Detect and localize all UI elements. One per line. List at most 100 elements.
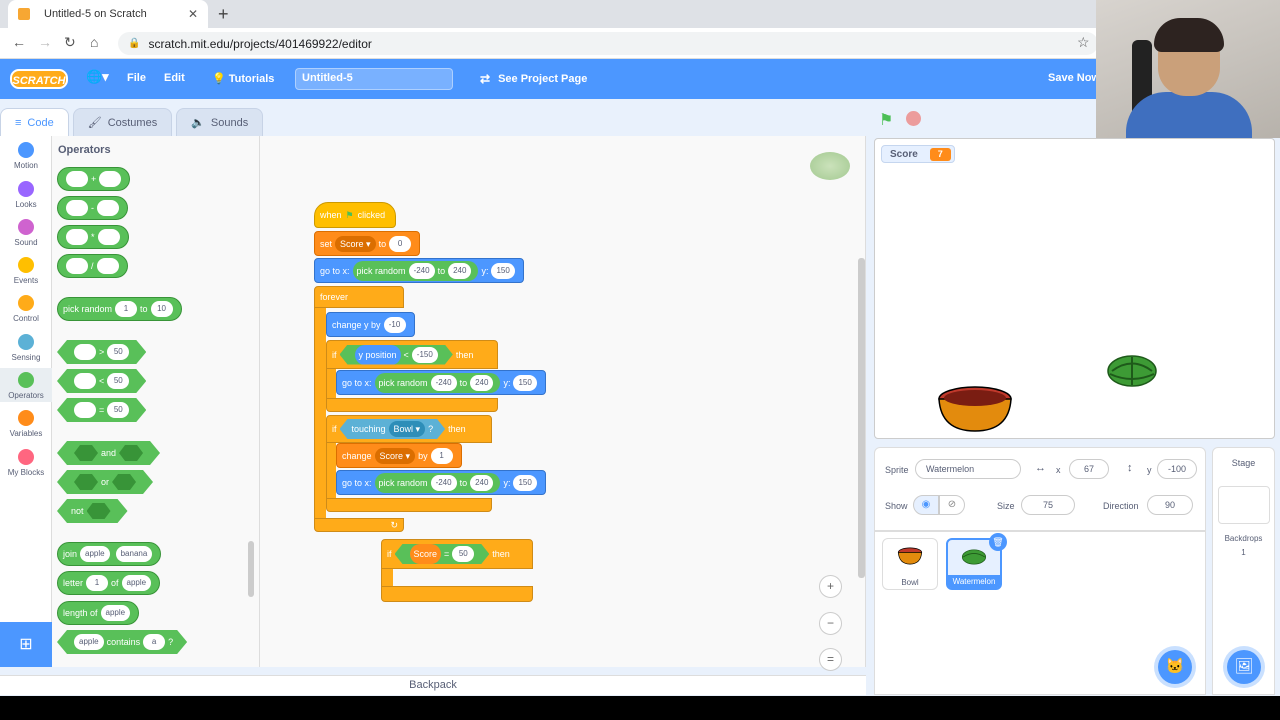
slot[interactable]: 50 [107, 344, 129, 360]
slot[interactable] [97, 229, 120, 245]
value-slot[interactable]: 150 [513, 474, 537, 491]
equals-operator[interactable]: Score = 50 [395, 544, 490, 564]
back-icon[interactable]: ← [12, 34, 26, 50]
value-slot[interactable]: -240 [408, 262, 435, 279]
slot[interactable]: apple [100, 605, 131, 621]
direction-input[interactable]: 90 [1147, 495, 1193, 515]
variable-dropdown[interactable]: Score ▾ [374, 447, 416, 464]
greater-than-block[interactable]: >50 [57, 340, 146, 364]
slot[interactable] [99, 171, 122, 187]
and-block[interactable]: and [57, 441, 160, 465]
if-then-block[interactable]: if y position < -150 then [326, 340, 498, 369]
bool-slot[interactable] [74, 445, 98, 461]
forever-block[interactable]: forever [314, 286, 404, 308]
divide-block[interactable]: / [57, 254, 128, 278]
score-reporter[interactable]: Score [410, 544, 442, 564]
length-of-block[interactable]: length of apple [57, 601, 140, 625]
slot[interactable] [66, 229, 88, 245]
slot[interactable] [74, 344, 96, 360]
not-block[interactable]: not [57, 499, 128, 523]
palette-scrollbar[interactable] [248, 541, 254, 597]
value-slot[interactable]: 150 [513, 374, 537, 391]
value-slot[interactable]: 240 [448, 262, 472, 279]
scratch-logo[interactable]: SCRATCH [10, 69, 68, 89]
category-operators[interactable]: Operators [0, 368, 52, 402]
slot[interactable] [66, 258, 88, 274]
value-slot[interactable]: 240 [470, 474, 494, 491]
y-position-reporter[interactable]: y position [355, 345, 401, 365]
loose-if-then-block[interactable]: if Score = 50 then [381, 539, 533, 569]
pick-random-reporter[interactable]: pick random -240 to 240 [352, 260, 479, 281]
equals-block[interactable]: = 50 [57, 398, 146, 422]
slot[interactable]: apple [74, 634, 104, 650]
zoom-in-icon[interactable]: + [819, 575, 842, 598]
tutorials-button[interactable]: 💡 Tutorials [212, 72, 274, 85]
zoom-reset-icon[interactable]: = [819, 648, 842, 671]
slot[interactable]: 10 [150, 301, 173, 317]
choose-sprite-button[interactable]: 🐱 [1158, 650, 1192, 684]
join-block[interactable]: join apple banana [57, 542, 162, 566]
change-variable-block[interactable]: change Score ▾ by 1 [336, 443, 462, 468]
value-slot[interactable]: -10 [383, 316, 406, 333]
category-events[interactable]: Events [0, 257, 52, 285]
backpack-bar[interactable]: Backpack [0, 675, 866, 695]
less-than-block[interactable]: <50 [57, 369, 146, 393]
tab-costumes[interactable]: 🖌 Costumes [72, 108, 173, 136]
slot[interactable]: 1 [86, 575, 109, 591]
tab-sounds[interactable]: 🔈 Sounds [176, 108, 264, 136]
stage-canvas[interactable]: Score 7 [874, 138, 1275, 439]
slot[interactable]: 50 [107, 373, 129, 389]
go-to-xy-block[interactable]: go to x: pick random -240 to 240 y: 150 [314, 258, 524, 283]
delete-sprite-icon[interactable]: 🗑 [989, 533, 1007, 551]
y-input[interactable]: -100 [1157, 459, 1197, 479]
touching-sensor[interactable]: touching Bowl ▾ ? [340, 419, 446, 439]
slot[interactable]: 1 [115, 301, 138, 317]
pick-random-reporter[interactable]: pick random -240 to 240 [374, 372, 501, 393]
slot[interactable] [74, 373, 96, 389]
menu-file[interactable]: File [127, 72, 146, 84]
go-to-xy-block[interactable]: go to x: pick random -240 to 240 y: 150 [336, 470, 546, 495]
variable-dropdown[interactable]: Score ▾ [335, 235, 376, 252]
slot[interactable]: 50 [107, 402, 129, 418]
save-now-button[interactable]: Save Now [1048, 72, 1100, 84]
home-icon[interactable]: ⌂ [90, 34, 98, 50]
pick-random-reporter[interactable]: pick random -240 to 240 [374, 472, 501, 493]
green-flag-icon[interactable]: ⚑ [879, 110, 893, 130]
browser-tab[interactable]: Untitled-5 on Scratch ✕ [8, 0, 208, 28]
value-slot[interactable]: 1 [430, 447, 453, 464]
slot[interactable] [97, 200, 119, 216]
slot[interactable] [74, 402, 96, 418]
category-variables[interactable]: Variables [0, 410, 52, 438]
if-then-block[interactable]: if touching Bowl ▾ ? then [326, 415, 492, 443]
value-slot[interactable]: -240 [430, 374, 457, 391]
category-sound[interactable]: Sound [0, 219, 52, 247]
see-project-page-button[interactable]: ⇄ See Project Page [470, 66, 597, 92]
value-slot[interactable]: -150 [412, 347, 438, 363]
bookmark-star-icon[interactable]: ☆ [1077, 34, 1090, 51]
sprite-name-input[interactable]: Watermelon [915, 459, 1021, 479]
sprite-tile-bowl[interactable]: Bowl [882, 538, 938, 590]
tab-code[interactable]: ≡ Code [0, 108, 69, 136]
backdrop-thumbnail[interactable] [1218, 486, 1270, 524]
bool-slot[interactable] [74, 474, 98, 490]
language-globe-icon[interactable]: 🌐▾ [86, 69, 109, 85]
bool-slot[interactable] [87, 503, 111, 519]
watermelon-sprite[interactable] [1106, 354, 1158, 388]
forward-icon[interactable]: → [38, 34, 52, 50]
zoom-out-icon[interactable]: − [819, 612, 842, 635]
set-variable-block[interactable]: set Score ▾ to 0 [314, 231, 421, 256]
show-eye-icon[interactable]: ◉ [913, 495, 939, 515]
script-area[interactable]: when ⚑ clicked set Score ▾ to 0 go to x:… [260, 136, 866, 667]
value-slot[interactable]: 0 [389, 235, 412, 252]
or-block[interactable]: or [57, 470, 153, 494]
pick-random-block[interactable]: pick random 1 to 10 [57, 297, 182, 321]
subtract-block[interactable]: - [57, 196, 128, 220]
category-motion[interactable]: Motion [0, 142, 52, 170]
bool-slot[interactable] [112, 474, 136, 490]
go-to-xy-block[interactable]: go to x: pick random -240 to 240 y: 150 [336, 370, 546, 395]
x-input[interactable]: 67 [1069, 459, 1109, 479]
multiply-block[interactable]: * [57, 225, 129, 249]
slot[interactable]: banana [115, 546, 153, 562]
category-sensing[interactable]: Sensing [0, 334, 52, 362]
bool-slot[interactable] [119, 445, 143, 461]
